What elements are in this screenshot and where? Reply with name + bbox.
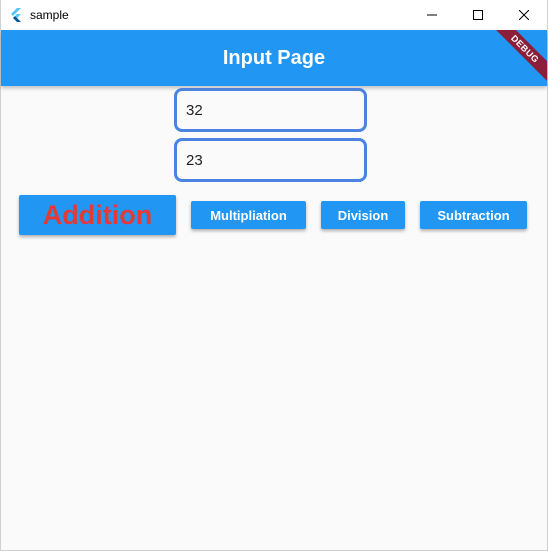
flutter-icon [8,7,24,23]
maximize-icon [473,10,483,20]
second-number-input[interactable] [177,141,364,179]
multiplication-button[interactable]: Multipliation [191,201,306,229]
window-title: sample [30,8,69,22]
second-number-field[interactable] [174,138,367,182]
page-title: Input Page [222,46,326,69]
title-bar[interactable]: sample [1,0,547,30]
division-button[interactable]: Division [321,201,405,229]
minimize-icon [427,14,437,16]
debug-banner: DEBUG [484,30,547,86]
close-button[interactable] [501,0,547,30]
first-number-field[interactable] [174,88,367,132]
minimize-button[interactable] [409,0,455,30]
subtraction-button[interactable]: Subtraction [420,201,527,229]
app-window: sample Input Page DEBUG 32 23 Addition M… [0,0,548,551]
first-number-input[interactable] [177,91,364,129]
window-controls [409,0,547,30]
addition-button[interactable]: Addition [19,195,176,235]
maximize-button[interactable] [455,0,501,30]
close-icon [519,10,529,20]
app-bar: Input Page DEBUG [1,30,547,86]
